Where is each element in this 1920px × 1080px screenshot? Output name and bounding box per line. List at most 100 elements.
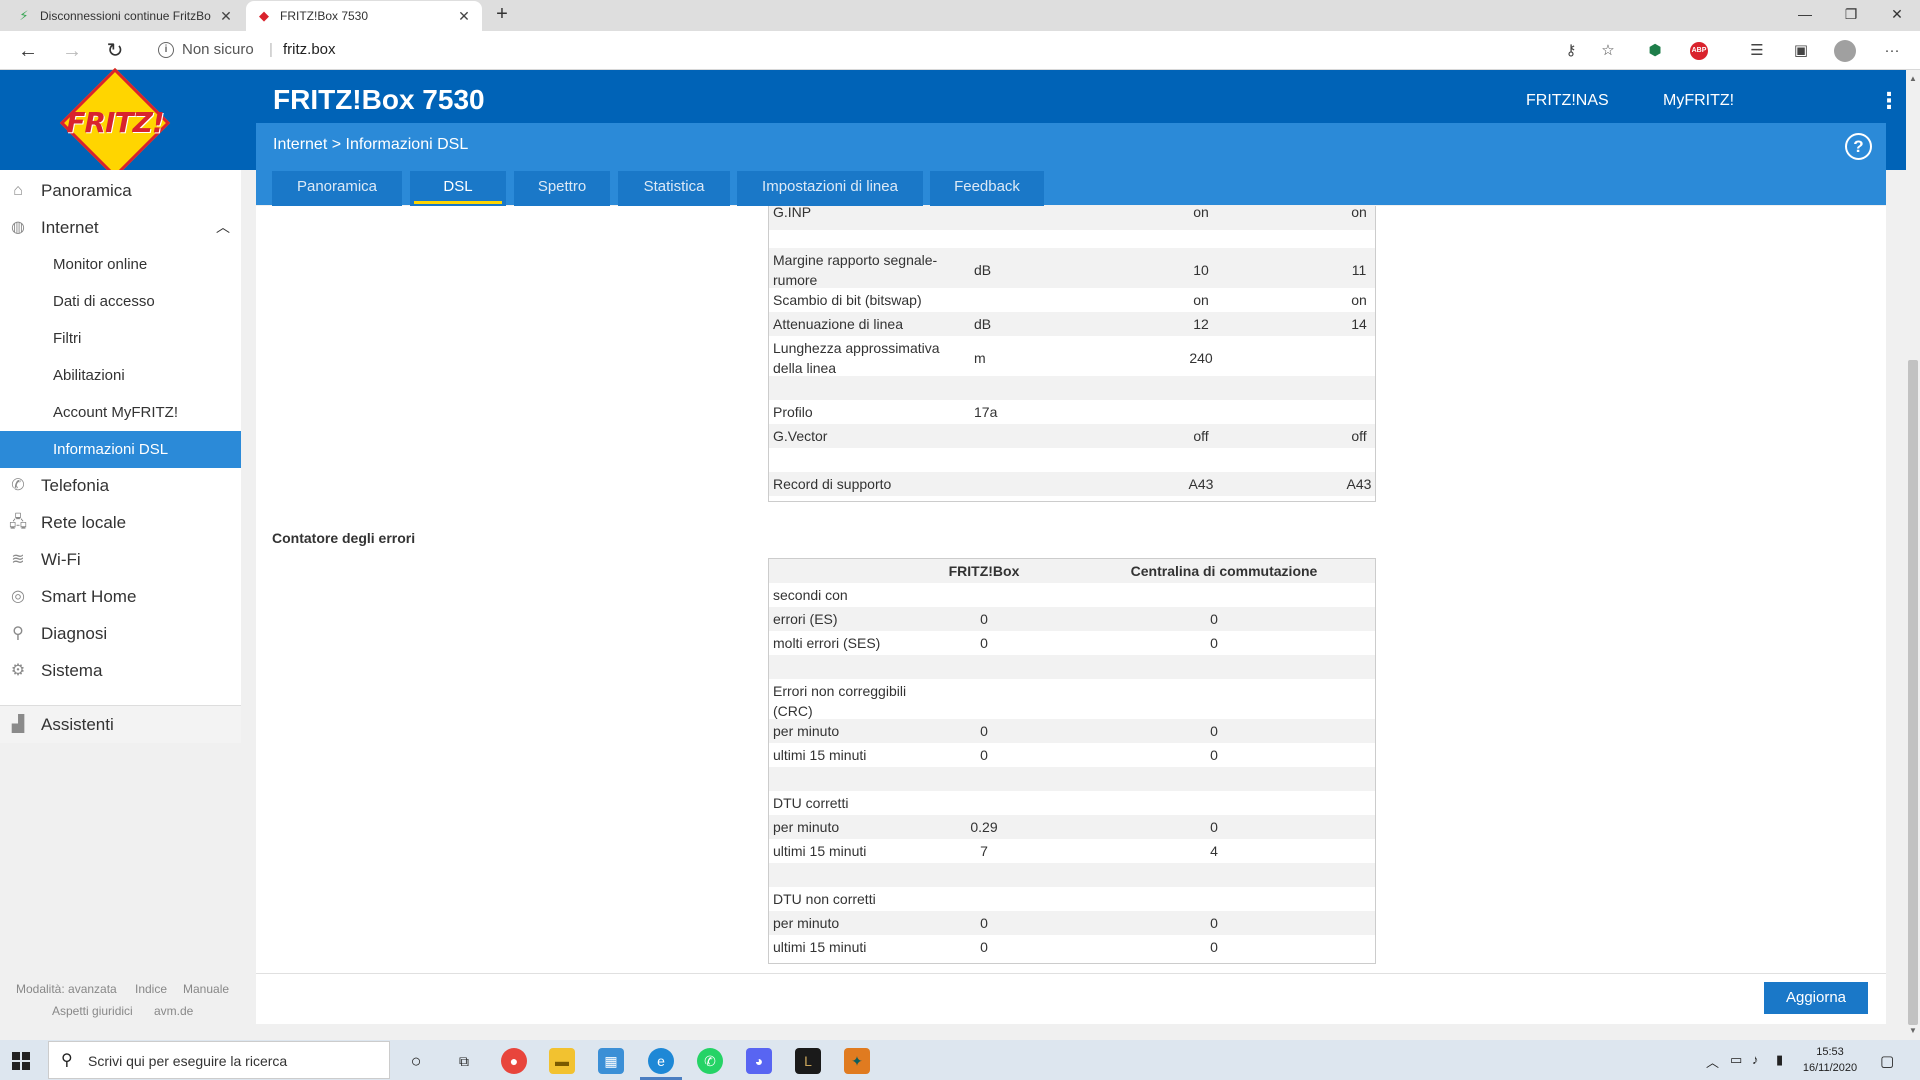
sidebar-item-internet[interactable]: ◍ Internet ︿ [0, 209, 241, 246]
tab-feedback[interactable]: Feedback [930, 171, 1044, 206]
browser-tab-2[interactable]: ◆ FRITZ!Box 7530 ✕ [246, 1, 482, 31]
fritz-logo[interactable]: FRITZ! [50, 67, 180, 179]
table-row: Scambio di bit (bitswap) on on [773, 292, 1367, 308]
home-icon: ⌂ [13, 182, 23, 199]
scroll-down-icon[interactable]: ▼ [1906, 1024, 1920, 1038]
table-row [769, 448, 1375, 472]
file-explorer-icon[interactable]: ▬ [549, 1048, 575, 1074]
table-row: G.Vector off off [769, 424, 1375, 448]
sidebar-item-rete-locale[interactable]: 🖧 Rete locale [0, 504, 241, 541]
tab-statistica[interactable]: Statistica [618, 171, 730, 206]
more-menu-icon[interactable]: ··· [1881, 40, 1903, 62]
table-row: DTU non corretti [773, 891, 876, 907]
chrome-icon[interactable]: ● [501, 1048, 527, 1074]
system-icon: ⚙ [10, 662, 26, 679]
adblock-icon[interactable]: ABP [1690, 42, 1708, 60]
close-tab-icon[interactable]: ✕ [456, 8, 472, 25]
tray-chevron-icon[interactable]: ︿ [1706, 1052, 1719, 1071]
key-icon[interactable]: ⚷ [1560, 40, 1582, 62]
myfritz-link[interactable]: MyFRITZ! [1663, 92, 1734, 110]
refresh-button[interactable]: Aggiorna [1764, 982, 1868, 1014]
table-row: per minuto 0 0 [769, 911, 1375, 935]
favorites-icon[interactable]: ☰ [1746, 40, 1768, 62]
tab-impostazioni-di-linea[interactable]: Impostazioni di linea [737, 171, 923, 206]
dsl-info-table: G.INP on on Margine rapporto segnale- ru… [768, 204, 1376, 502]
collections-icon[interactable]: ▣ [1790, 40, 1812, 62]
restore-icon[interactable]: ❐ [1828, 0, 1874, 31]
notifications-icon[interactable]: ▢ [1880, 1052, 1894, 1070]
manual-link[interactable]: Manuale [183, 982, 229, 996]
taskbar-clock[interactable]: 15:53 16/11/2020 [1800, 1044, 1860, 1076]
edge-icon[interactable]: e [648, 1048, 674, 1074]
new-tab-button[interactable]: + [490, 3, 514, 26]
chevron-up-icon[interactable]: ︿ [216, 209, 230, 246]
league-of-legends-icon[interactable]: L [795, 1048, 821, 1074]
tab-spettro[interactable]: Spettro [514, 171, 610, 206]
table-row [769, 863, 1375, 887]
scroll-up-icon[interactable]: ▲ [1906, 72, 1920, 86]
globe-icon: ◍ [11, 219, 25, 236]
discord-icon[interactable]: ◕ [746, 1048, 772, 1074]
forward-icon[interactable]: → [58, 37, 86, 65]
back-icon[interactable]: ← [14, 37, 42, 65]
security-label[interactable]: Non sicuro [182, 41, 254, 58]
cortana-icon[interactable]: ○ [403, 1048, 429, 1074]
sidebar-item-telefonia[interactable]: ✆ Telefonia [0, 467, 241, 504]
sidebar-item-assistenti[interactable]: ▟ Assistenti [0, 706, 241, 743]
fritz-nas-link[interactable]: FRITZ!NAS [1526, 92, 1609, 110]
tab-panoramica[interactable]: Panoramica [272, 171, 402, 206]
taskbar-search[interactable]: ⚲ Scrivi qui per eseguire la ricerca [48, 1041, 390, 1079]
close-tab-icon[interactable]: ✕ [218, 8, 234, 25]
info-icon[interactable]: i [158, 42, 174, 58]
sidebar: ⌂ Panoramica ◍ Internet ︿ Monitor online… [0, 170, 241, 743]
content-footer-divider [256, 973, 1886, 974]
volume-icon[interactable]: ♪ [1752, 1052, 1759, 1067]
legal-link[interactable]: Aspetti giuridici [52, 1004, 133, 1018]
close-window-icon[interactable]: ✕ [1874, 0, 1920, 31]
tab-dsl[interactable]: DSL [410, 171, 506, 206]
smart-home-icon: ◎ [11, 588, 25, 605]
sidebar-sub-monitor-online[interactable]: Monitor online [0, 246, 241, 283]
table-row: secondi con [773, 587, 848, 603]
table-row: Profilo 17a [773, 404, 998, 420]
microphone-icon[interactable]: ▮ [1776, 1052, 1783, 1068]
shield-extension-icon[interactable]: ⬢ [1644, 40, 1666, 62]
diagnosis-icon: ⚲ [12, 625, 24, 642]
star-icon[interactable]: ☆ [1597, 40, 1619, 62]
sidebar-sub-filtri[interactable]: Filtri [0, 320, 241, 357]
avm-link[interactable]: avm.de [154, 1004, 193, 1018]
sidebar-item-wifi[interactable]: ≋ Wi-Fi [0, 541, 241, 578]
minimize-icon[interactable]: — [1782, 0, 1828, 31]
mode-link[interactable]: Modalità: avanzata [16, 982, 117, 996]
breadcrumb[interactable]: Internet > Informazioni DSL [273, 136, 468, 154]
app-icon[interactable]: ✦ [844, 1048, 870, 1074]
scrollbar-thumb[interactable] [1908, 360, 1918, 1025]
windows-start-icon[interactable] [12, 1052, 30, 1070]
table-row: Errori non correggibili (CRC) [773, 683, 907, 719]
reload-icon[interactable]: ↻ [101, 37, 129, 65]
phone-icon: ✆ [11, 477, 25, 494]
sidebar-item-smart-home[interactable]: ◎ Smart Home [0, 578, 241, 615]
sidebar-item-panoramica[interactable]: ⌂ Panoramica [0, 172, 241, 209]
profile-avatar-icon[interactable] [1834, 40, 1856, 62]
sidebar-sub-informazioni-dsl[interactable]: Informazioni DSL [0, 431, 241, 468]
network-tray-icon[interactable]: ▭ [1730, 1052, 1742, 1068]
browser-tab-1[interactable]: ⚡ Disconnessioni continue FritzBo ✕ [6, 1, 244, 31]
help-icon[interactable]: ? [1845, 133, 1872, 160]
sidebar-item-sistema[interactable]: ⚙ Sistema [0, 652, 241, 689]
table-row: Record di supporto A43 A43 [769, 472, 1375, 496]
sidebar-sub-abilitazioni[interactable]: Abilitazioni [0, 357, 241, 394]
task-view-icon[interactable]: ⧉ [451, 1048, 477, 1074]
control-panel-icon[interactable]: ▦ [598, 1048, 624, 1074]
sidebar-item-diagnosi[interactable]: ⚲ Diagnosi [0, 615, 241, 652]
whatsapp-icon[interactable]: ✆ [697, 1048, 723, 1074]
table-row [769, 376, 1375, 400]
url-field[interactable]: fritz.box [283, 41, 336, 58]
table-row: Lunghezza approssimativa della linea m 2… [773, 340, 1213, 376]
wifi-icon: ≋ [11, 551, 25, 568]
kebab-menu-icon[interactable]: ⋮ [1878, 88, 1900, 114]
fritz-tab-icon: ◆ [259, 8, 269, 23]
sidebar-sub-account-myfritz[interactable]: Account MyFRITZ! [0, 394, 241, 431]
sidebar-sub-dati-di-accesso[interactable]: Dati di accesso [0, 283, 241, 320]
index-link[interactable]: Indice [135, 982, 167, 996]
